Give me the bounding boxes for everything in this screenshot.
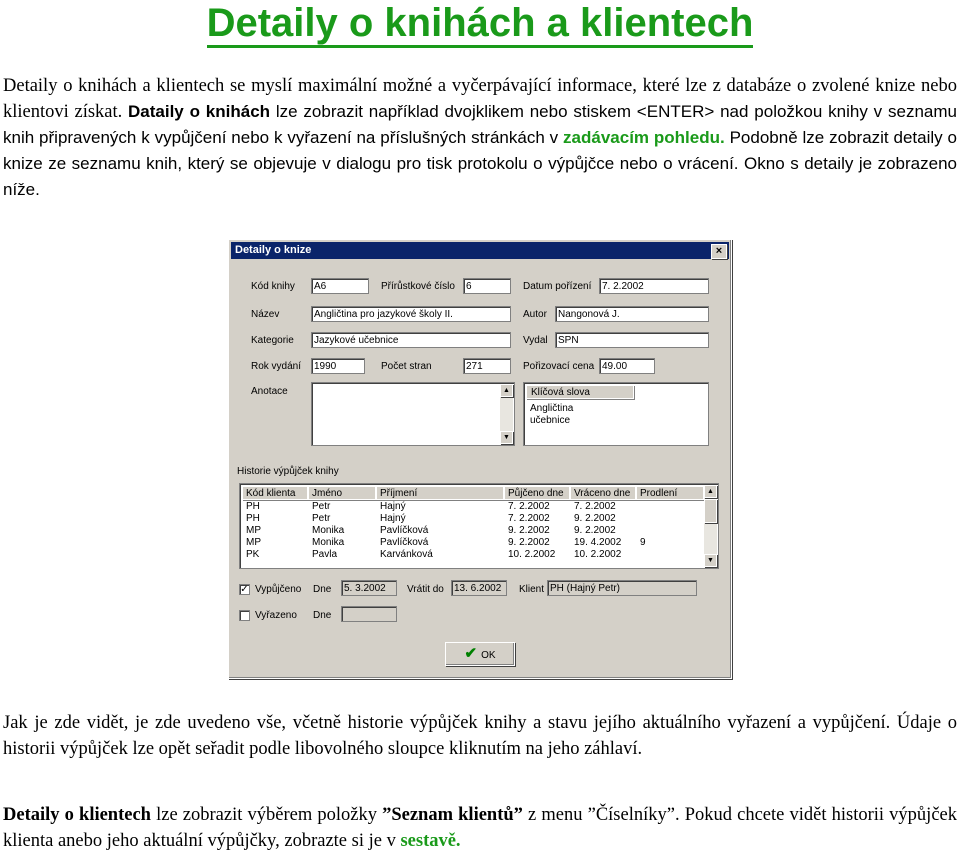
table-cell[interactable]: 10. 2.2002 [508, 549, 555, 561]
table-cell[interactable]: MP [246, 537, 261, 549]
table-cell[interactable]: 10. 2.2002 [574, 549, 621, 561]
table-cell[interactable]: PH [246, 501, 260, 513]
table-cell[interactable]: Hajný [380, 501, 406, 513]
anotace-scrollbar[interactable]: ▲ ▼ [500, 384, 513, 444]
scroll-thumb[interactable] [704, 499, 717, 523]
datum-field[interactable]: 7. 2.2002 [599, 278, 709, 294]
table-cell[interactable]: Pavlíčková [380, 525, 428, 537]
nazev-label: Název [251, 309, 280, 320]
kod-label: Kód knihy [251, 281, 295, 292]
vydal-field[interactable]: SPN [555, 332, 709, 348]
prir-field[interactable]: 6 [463, 278, 511, 294]
table-cell[interactable]: Monika [312, 537, 344, 549]
vypujceno-checkbox[interactable]: ✓ [239, 584, 250, 595]
col-header-prijmeni[interactable]: Příjmení [376, 486, 504, 500]
cena-field[interactable]: 49.00 [599, 358, 655, 374]
intro-paragraph: Detaily o knihách a klientech se myslí m… [3, 76, 957, 199]
prir-label: Přírůstkové číslo [381, 281, 455, 292]
ok-button[interactable]: ✔ OK [445, 642, 515, 666]
nazev-field[interactable]: Angličtina pro jazykové školy II. [311, 306, 511, 322]
table-cell[interactable]: Pavlíčková [380, 537, 428, 549]
table-cell[interactable]: Karvánková [380, 549, 433, 561]
table-cell[interactable]: 9 [640, 537, 646, 549]
rok-field[interactable]: 1990 [311, 358, 365, 374]
keyword-item[interactable]: učebnice [530, 415, 570, 427]
col-header-jmeno[interactable]: Jméno [308, 486, 376, 500]
table-cell[interactable]: Petr [312, 513, 330, 525]
table-cell[interactable]: 9. 2.2002 [574, 525, 616, 537]
keywords-list[interactable]: Klíčová slova Angličtina učebnice [523, 382, 709, 446]
table-cell[interactable]: MP [246, 525, 261, 537]
table-cell[interactable]: PK [246, 549, 259, 561]
history-scrollbar[interactable]: ▲ ▼ [704, 485, 717, 567]
book-detail-dialog: Detaily o knize × Kód knihy A6 Přírůstko… [228, 239, 732, 679]
table-cell[interactable]: 7. 2.2002 [508, 513, 550, 525]
kod-field[interactable]: A6 [311, 278, 369, 294]
pocet-label: Počet stran [381, 361, 432, 372]
vyrazeno-dne-label: Dne [313, 610, 332, 621]
close-icon[interactable]: × [711, 244, 727, 259]
history-grid[interactable]: Kód klienta Jméno Příjmení Půjčeno dne V… [239, 483, 719, 569]
scroll-up-icon[interactable]: ▲ [704, 485, 717, 498]
scroll-up-icon[interactable]: ▲ [500, 384, 513, 397]
keywords-header[interactable]: Klíčová slova [526, 385, 634, 399]
table-cell[interactable]: Hajný [380, 513, 406, 525]
table-cell[interactable]: PH [246, 513, 260, 525]
klient-label: Klient [519, 584, 545, 595]
checkmark-icon: ✔ [464, 645, 478, 662]
vyrazeno-checkbox[interactable] [239, 610, 250, 621]
table-cell[interactable]: 9. 2.2002 [574, 513, 616, 525]
kategorie-label: Kategorie [251, 335, 294, 346]
vypujceno-dne-field[interactable]: 5. 3.2002 [341, 580, 397, 596]
table-cell[interactable]: 9. 2.2002 [508, 525, 550, 537]
dialog-titlebar: Detaily o knize × [231, 242, 729, 259]
anotace-textarea[interactable]: ▲ ▼ [311, 382, 515, 446]
klient-field[interactable]: PH (Hajný Petr) [547, 580, 697, 596]
table-cell[interactable]: 7. 2.2002 [508, 501, 550, 513]
table-cell[interactable]: Petr [312, 501, 330, 513]
page-title: Detaily o knihách a klientech [0, 0, 960, 48]
vratit-label: Vrátit do [407, 584, 444, 595]
clients-paragraph: Detaily o klientech lze zobrazit výběrem… [3, 805, 957, 851]
kategorie-field[interactable]: Jazykové učebnice [311, 332, 511, 348]
col-header-vraceno[interactable]: Vráceno dne [570, 486, 636, 500]
vyrazeno-label: Vyřazeno [255, 610, 297, 621]
table-cell[interactable]: Monika [312, 525, 344, 537]
zadavaci-pohled-link[interactable]: zadávacím pohledu. [563, 128, 725, 147]
vypujceno-label: Vypůjčeno [255, 584, 302, 595]
sestava-link[interactable]: sestavě. [400, 831, 460, 851]
scroll-down-icon[interactable]: ▼ [500, 431, 513, 444]
cena-label: Pořizovací cena [523, 361, 595, 372]
anotace-label: Anotace [251, 386, 288, 397]
pocet-field[interactable]: 271 [463, 358, 511, 374]
datum-label: Datum pořízení [523, 281, 592, 292]
table-cell[interactable]: 9. 2.2002 [508, 537, 550, 549]
history-paragraph: Jak je zde vidět, je zde uvedeno vše, vč… [3, 713, 957, 759]
col-header-pujceno[interactable]: Půjčeno dne [504, 486, 570, 500]
col-header-prodleni[interactable]: Prodlení [636, 486, 704, 500]
history-label: Historie výpůjček knihy [237, 466, 339, 477]
table-cell[interactable]: 19. 4.2002 [574, 537, 621, 549]
table-cell[interactable]: 7. 2.2002 [574, 501, 616, 513]
autor-label: Autor [523, 309, 547, 320]
table-cell[interactable]: Pavla [312, 549, 337, 561]
vydal-label: Vydal [523, 335, 548, 346]
vypujceno-dne-label: Dne [313, 584, 332, 595]
vratit-field[interactable]: 13. 6.2002 [451, 580, 507, 596]
rok-label: Rok vydání [251, 361, 302, 372]
keyword-item[interactable]: Angličtina [530, 403, 573, 415]
autor-field[interactable]: Nangonová J. [555, 306, 709, 322]
scroll-down-icon[interactable]: ▼ [704, 554, 717, 567]
vyrazeno-dne-field[interactable] [341, 606, 397, 622]
col-header-kod[interactable]: Kód klienta [242, 486, 308, 500]
